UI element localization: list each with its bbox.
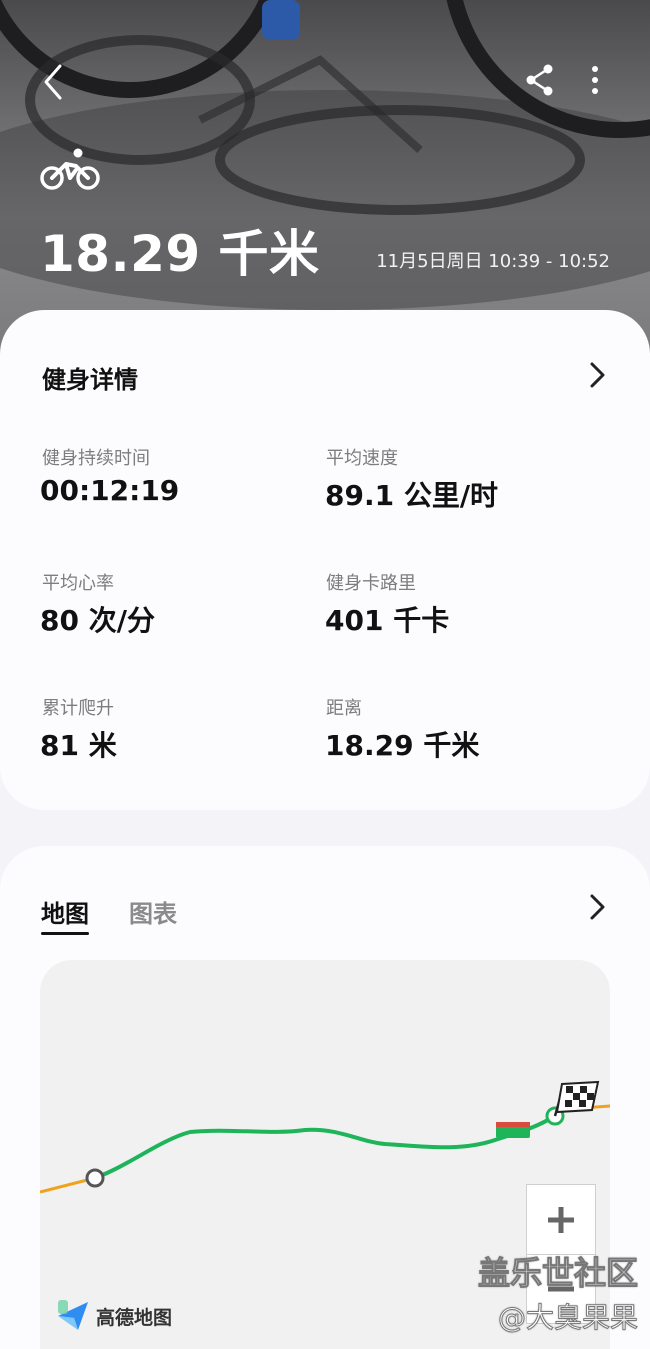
stat-value-duration: 00:12:19 xyxy=(40,474,180,507)
tab-chart[interactable]: 图表 xyxy=(129,894,177,929)
more-vertical-icon[interactable] xyxy=(580,62,610,98)
details-title: 健身详情 xyxy=(42,366,138,394)
stat-label-duration: 健身持续时间 xyxy=(42,448,150,469)
fitness-details-card[interactable]: 健身详情 健身持续时间 00:12:19 平均速度 89.1 公里/时 平均心率… xyxy=(0,310,650,810)
stat-label-calories: 健身卡路里 xyxy=(326,573,416,594)
stat-value-distance: 18.29 千米 xyxy=(325,729,480,762)
amap-logo-icon xyxy=(58,1300,88,1330)
hero-header: 18.29 千米 11月5日周日 10:39 - 10:52 xyxy=(0,0,650,360)
stat-value-avg-speed: 89.1 公里/时 xyxy=(325,479,499,512)
chevron-right-icon[interactable] xyxy=(584,360,610,390)
stat-value-calories: 401 千卡 xyxy=(325,604,450,637)
stat-value-avg-heart-rate: 80 次/分 xyxy=(40,604,155,637)
zoom-in-button[interactable] xyxy=(526,1184,596,1254)
share-icon[interactable] xyxy=(522,62,558,98)
bicycle-icon xyxy=(40,148,102,192)
tab-map[interactable]: 地图 xyxy=(41,894,89,935)
stat-label-distance: 距离 xyxy=(326,698,362,719)
distance-title: 18.29 千米 xyxy=(40,225,320,283)
watermark-line1: 盖乐世社区 xyxy=(477,1254,638,1293)
back-arrow-icon[interactable] xyxy=(36,62,76,102)
map-logo-text: 高德地图 xyxy=(96,1306,173,1329)
stat-label-avg-speed: 平均速度 xyxy=(326,448,398,469)
watermark-line2: @大臭果果 xyxy=(497,1301,638,1335)
date-range: 11月5日周日 10:39 - 10:52 xyxy=(376,251,610,272)
chevron-right-icon[interactable] xyxy=(584,892,610,922)
plus-icon xyxy=(548,1206,574,1233)
stat-label-elevation-gain: 累计爬升 xyxy=(42,698,114,719)
stat-label-avg-heart-rate: 平均心率 xyxy=(42,573,114,594)
amap-logo: 高德地图 xyxy=(56,1300,172,1332)
stat-value-elevation-gain: 81 米 xyxy=(40,729,117,762)
